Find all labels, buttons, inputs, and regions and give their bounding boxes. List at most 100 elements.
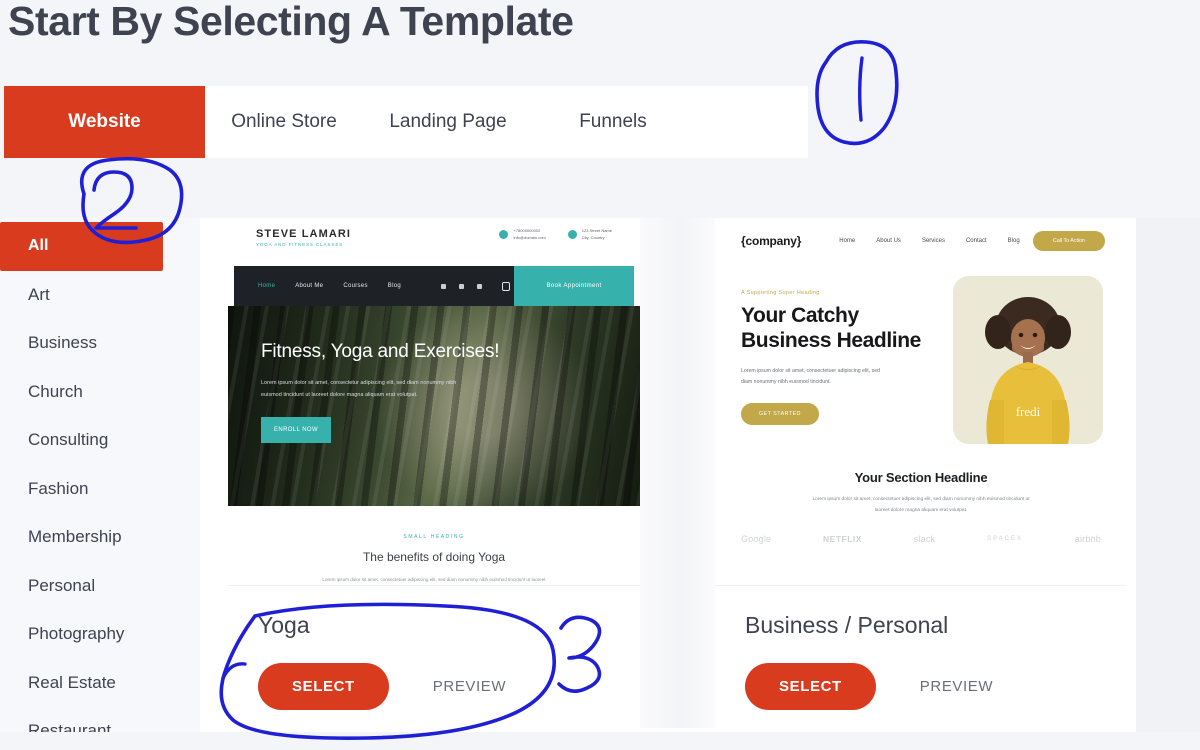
grid-gap (640, 218, 715, 728)
business-thumb-logo: {company} (741, 234, 802, 248)
template-name-business-personal: Business / Personal (745, 612, 949, 638)
preview-button-business-personal[interactable]: PREVIEW (920, 678, 993, 695)
sidebar-item-photography-label: Photography (28, 624, 125, 644)
tab-website[interactable]: Website (4, 86, 205, 158)
portrait-illustration: fredi (985, 297, 1071, 444)
shirt-text: fredi (1016, 404, 1041, 419)
tab-online-store-label: Online Store (231, 111, 337, 132)
sidebar-item-fashion[interactable]: Fashion (0, 465, 200, 514)
yoga-social-icons (441, 283, 482, 289)
tab-landing-page-label: Landing Page (389, 111, 507, 132)
sidebar-item-consulting-label: Consulting (28, 430, 109, 450)
sidebar-item-business[interactable]: Business (0, 319, 200, 368)
yoga-thumb-logo-sub: YOGA AND FITNESS CLASSES (256, 242, 344, 247)
sidebar-item-personal-label: Personal (28, 575, 96, 595)
sidebar-item-consulting[interactable]: Consulting (0, 416, 200, 465)
sidebar-item-photography[interactable]: Photography (0, 610, 200, 659)
preview-button-yoga[interactable]: PREVIEW (433, 678, 506, 695)
tab-online-store[interactable]: Online Store (205, 86, 363, 158)
business-hero-photo: fredi (953, 276, 1103, 444)
select-button-yoga[interactable]: SELECT (258, 663, 389, 710)
twitter-icon (459, 283, 464, 289)
yoga-hero-button: ENROLL NOW (261, 417, 331, 444)
sidebar-item-art[interactable]: Art (0, 271, 200, 320)
sidebar-item-fashion-label: Fashion (28, 478, 89, 498)
business-nav-about-us: About Us (876, 238, 901, 244)
business-section-heading: Your Section Headline (854, 470, 988, 485)
tab-funnels[interactable]: Funnels (533, 86, 693, 158)
yoga-nav-cta: Book Appointment (514, 266, 634, 306)
business-nav-services: Services (921, 238, 945, 244)
business-hero-kicker: A Supporting Super Heading (741, 290, 820, 296)
yoga-nav-courses: Courses (343, 283, 368, 289)
yoga-hero-paragraph: Lorem ipsum dolor sit amet, consectetur … (261, 380, 457, 398)
annotation-mark-1 (815, 40, 899, 146)
yoga-thumb-logo-text: STEVE LAMARI (256, 228, 352, 240)
template-type-tabs: Website Online Store Landing Page Funnel… (4, 86, 808, 158)
sidebar-item-membership[interactable]: Membership (0, 513, 200, 562)
template-grid: STEVE LAMARI YOGA AND FITNESS CLASSES +7… (200, 218, 1136, 732)
sidebar-item-church-label: Church (28, 381, 83, 401)
yoga-thumb-contacts: +78000000002 info@domain.com 123 Street … (499, 228, 612, 262)
brand-logo-google: Google (741, 534, 772, 545)
yoga-thumb-address: 123 Street Name City, Country (581, 228, 612, 240)
yoga-thumb-phone: +78000000002 info@domain.com (513, 228, 546, 240)
yoga-thumb-phone-block: +78000000002 info@domain.com (499, 228, 546, 262)
template-actions-yoga: SELECT PREVIEW (258, 663, 610, 710)
business-hero-heading: Your Catchy Business Headline (741, 304, 921, 352)
yoga-thumb-logo: STEVE LAMARI YOGA AND FITNESS CLASSES (256, 228, 351, 262)
page-title: Start By Selecting A Template (8, 0, 574, 44)
sidebar-item-real-estate[interactable]: Real Estate (0, 659, 200, 708)
brand-logo-airbnb: airbnb (1074, 534, 1101, 545)
business-thumb-hero: A Supporting Super Heading Your Catchy B… (715, 264, 1127, 444)
sidebar-item-business-label: Business (28, 333, 97, 353)
business-nav-contact: Contact (965, 238, 987, 244)
template-card-footer-business-personal: Business / Personal SELECT PREVIEW (715, 586, 1127, 710)
select-button-business-personal[interactable]: SELECT (745, 663, 876, 710)
sidebar-item-all[interactable]: All (0, 222, 163, 271)
business-section-paragraph: Lorem ipsum dolor sit amet, consectetuer… (812, 497, 1030, 513)
business-nav-blog: Blog (1007, 238, 1020, 244)
sidebar-item-restaurant-label: Restaurant (28, 721, 112, 732)
yoga-thumb-section: SMALL HEADING The benefits of doing Yoga… (228, 506, 640, 585)
template-thumbnail-yoga[interactable]: STEVE LAMARI YOGA AND FITNESS CLASSES +7… (228, 218, 640, 586)
phone-icon (499, 230, 509, 239)
template-thumbnail-business-personal[interactable]: {company} Home About Us Services Contact… (715, 218, 1127, 586)
sidebar-item-church[interactable]: Church (0, 368, 200, 417)
yoga-thumb-nav: Home About Me Courses Blog Book Appointm… (234, 266, 634, 306)
yoga-thumb-address-block: 123 Street Name City, Country (567, 228, 612, 262)
business-thumb-topbar: {company} Home About Us Services Contact… (715, 218, 1127, 264)
yoga-nav-about: About Me (295, 283, 324, 289)
yoga-section-kicker: SMALL HEADING (403, 534, 465, 540)
instagram-icon (477, 283, 482, 289)
sidebar-item-real-estate-label: Real Estate (28, 672, 116, 692)
cart-icon (502, 281, 510, 291)
tab-website-label: Website (68, 111, 141, 132)
business-hero-paragraph: Lorem ipsum dolor sit amet, consectetuer… (741, 367, 880, 385)
business-nav-cta: Call To Action (1033, 231, 1105, 251)
yoga-hero-heading: Fitness, Yoga and Exercises! (261, 341, 500, 362)
yoga-section-heading: The benefits of doing Yoga (362, 550, 506, 564)
business-thumb-nav: Home About Us Services Contact Blog (839, 238, 1019, 244)
facebook-icon (441, 283, 446, 289)
template-card-footer-yoga: Yoga SELECT PREVIEW (228, 586, 640, 710)
template-card-business-personal[interactable]: {company} Home About Us Services Contact… (715, 218, 1127, 732)
business-nav-home: Home (839, 238, 856, 244)
sidebar-item-restaurant[interactable]: Restaurant (0, 707, 200, 732)
business-thumb-section: Your Section Headline Lorem ipsum dolor … (715, 444, 1127, 516)
template-picker-page: Start By Selecting A Template Website On… (0, 0, 1200, 750)
business-brand-logos: Google NETFLIX slack SPACEX airbnb (715, 516, 1127, 544)
bottom-strip (0, 732, 1200, 750)
yoga-nav-home: Home (258, 283, 276, 289)
brand-logo-slack: slack (913, 534, 936, 545)
sidebar-item-personal[interactable]: Personal (0, 562, 200, 611)
brand-logo-spacex: SPACEX (987, 536, 1023, 543)
business-hero-button: GET STARTED (741, 403, 819, 426)
sidebar-item-all-label: All (28, 237, 49, 255)
template-name-yoga: Yoga (258, 612, 310, 638)
yoga-thumb-topbar: STEVE LAMARI YOGA AND FITNESS CLASSES +7… (228, 218, 640, 262)
location-pin-icon (567, 230, 577, 239)
yoga-thumb-hero: Fitness, Yoga and Exercises! Lorem ipsum… (228, 306, 640, 506)
template-card-yoga[interactable]: STEVE LAMARI YOGA AND FITNESS CLASSES +7… (228, 218, 640, 732)
tab-landing-page[interactable]: Landing Page (363, 86, 533, 158)
